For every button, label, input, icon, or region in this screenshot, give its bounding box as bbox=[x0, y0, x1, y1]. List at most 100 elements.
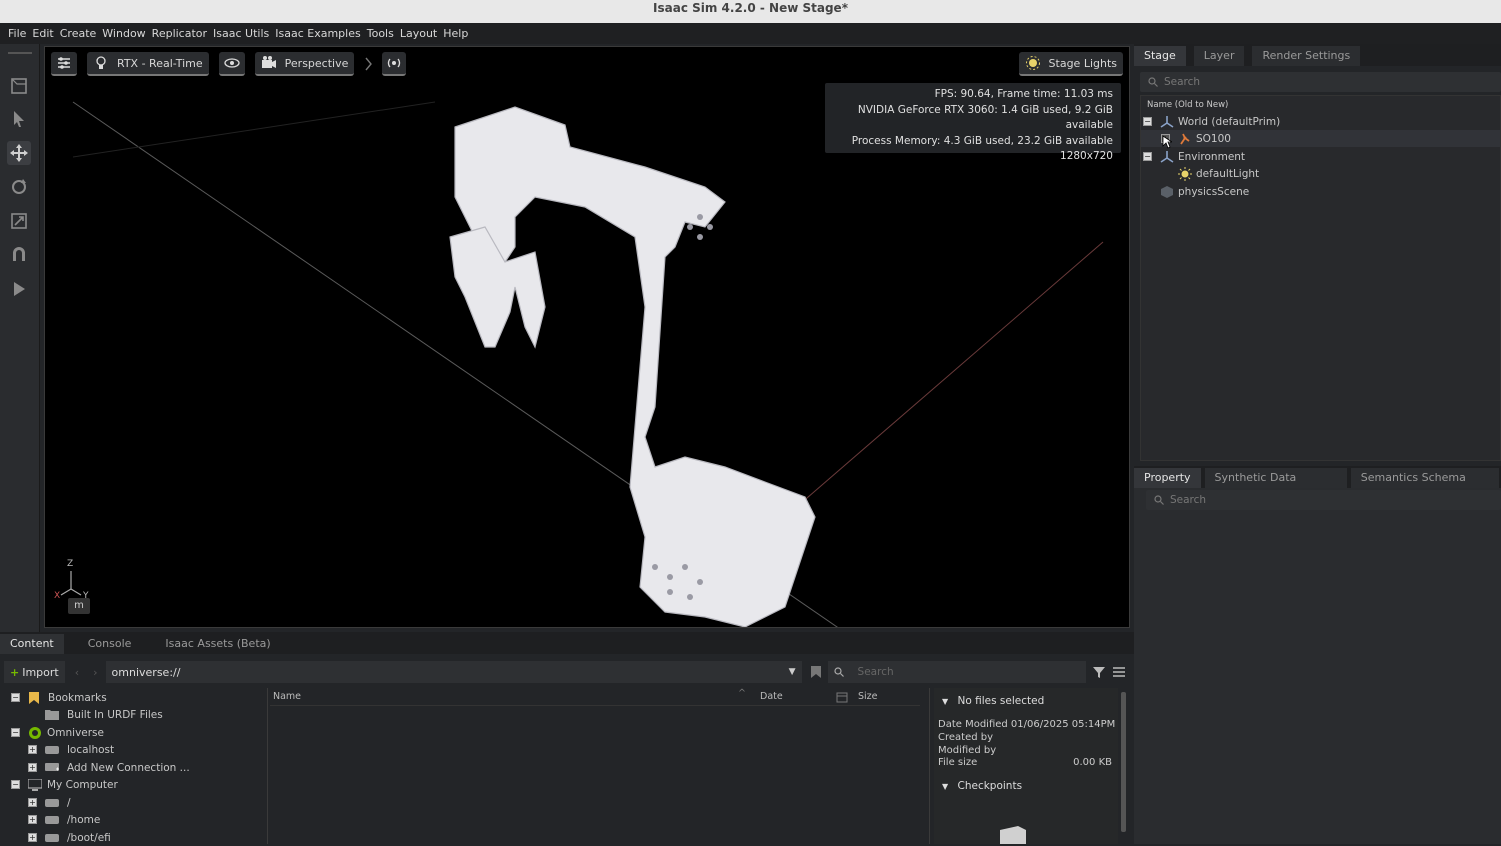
tree-label-defaultlight: defaultLight bbox=[1196, 167, 1260, 180]
menu-replicator[interactable]: Replicator bbox=[152, 27, 207, 40]
menu-window[interactable]: Window bbox=[102, 27, 145, 40]
collapse-icon[interactable]: − bbox=[1143, 117, 1152, 126]
stage-lights-dropdown[interactable]: Stage Lights bbox=[1018, 52, 1123, 76]
renderer-dropdown[interactable]: RTX - Real-Time bbox=[87, 52, 209, 76]
expand-icon[interactable]: + bbox=[28, 833, 37, 842]
tree-label-so100: SO100 bbox=[1196, 132, 1231, 145]
calendar-icon[interactable] bbox=[836, 691, 848, 703]
tab-property[interactable]: Property bbox=[1134, 468, 1201, 488]
tree-row-localhost[interactable]: + localhost bbox=[28, 741, 114, 758]
window-title: Isaac Sim 4.2.0 - New Stage* bbox=[653, 1, 848, 15]
forward-arrow-icon[interactable]: › bbox=[93, 666, 97, 679]
select-mode-button[interactable] bbox=[7, 74, 31, 98]
tree-row-home[interactable]: + /home bbox=[28, 811, 100, 828]
stage-search-input[interactable]: Search bbox=[1140, 72, 1501, 92]
column-date[interactable]: Date bbox=[760, 691, 783, 702]
checkpoints-header[interactable]: ▼ Checkpoints bbox=[942, 780, 1022, 792]
bookmark-icon[interactable] bbox=[810, 665, 822, 679]
tree-row-my-computer[interactable]: − My Computer bbox=[11, 776, 118, 793]
collapse-icon[interactable]: − bbox=[11, 728, 20, 737]
tree-row-omniverse[interactable]: − Omniverse bbox=[11, 724, 104, 741]
collapse-icon[interactable]: − bbox=[11, 693, 20, 702]
search-icon bbox=[833, 667, 844, 677]
menu-isaac-examples[interactable]: Isaac Examples bbox=[275, 27, 360, 40]
tab-isaac-assets[interactable]: Isaac Assets (Beta) bbox=[155, 634, 280, 654]
dropdown-arrow-icon[interactable]: ▼ bbox=[789, 667, 796, 677]
tab-layer[interactable]: Layer bbox=[1193, 46, 1245, 66]
search-icon bbox=[1154, 495, 1164, 505]
tree-row-world[interactable]: − World (defaultPrim) bbox=[1143, 113, 1280, 130]
tree-row-so100[interactable]: + SO100 bbox=[1141, 130, 1500, 149]
tab-content[interactable]: Content bbox=[0, 634, 64, 654]
xform-icon bbox=[1160, 115, 1174, 128]
stage-search-placeholder: Search bbox=[1164, 76, 1201, 88]
tree-row-environment[interactable]: − Environment bbox=[1143, 148, 1245, 165]
collapse-icon[interactable]: − bbox=[1143, 152, 1152, 161]
expand-icon[interactable]: + bbox=[28, 763, 37, 772]
back-arrow-icon[interactable]: ‹ bbox=[75, 666, 79, 679]
property-search-input[interactable]: Search bbox=[1146, 490, 1501, 510]
collapse-icon[interactable]: − bbox=[11, 780, 20, 789]
grid-line-y bbox=[784, 241, 1104, 518]
menu-tools[interactable]: Tools bbox=[367, 27, 394, 40]
menu-edit[interactable]: Edit bbox=[32, 27, 53, 40]
menu-layout[interactable]: Layout bbox=[400, 27, 437, 40]
snap-tool-button[interactable] bbox=[7, 243, 31, 267]
broadcast-button[interactable] bbox=[382, 52, 407, 76]
menu-create[interactable]: Create bbox=[60, 27, 97, 40]
tree-row-root[interactable]: + / bbox=[28, 794, 71, 811]
tab-console[interactable]: Console bbox=[78, 634, 142, 654]
play-button[interactable] bbox=[7, 277, 31, 301]
chevron-down-icon: ▼ bbox=[942, 782, 949, 791]
expand-icon[interactable]: + bbox=[28, 815, 37, 824]
tree-label-home: /home bbox=[67, 813, 101, 826]
filter-icon[interactable] bbox=[1092, 665, 1106, 679]
expand-icon[interactable]: + bbox=[28, 798, 37, 807]
tree-label-environment: Environment bbox=[1178, 150, 1246, 163]
scale-tool-button[interactable] bbox=[7, 209, 31, 233]
tree-row-add-connection[interactable]: + Add New Connection ... bbox=[28, 759, 190, 776]
sort-ascending-icon[interactable]: ^ bbox=[738, 688, 746, 699]
menu-bar: File Edit Create Window Replicator Isaac… bbox=[0, 23, 1501, 44]
tree-row-builtin-urdf[interactable]: Built In URDF Files bbox=[45, 706, 163, 723]
viewport[interactable]: RTX - Real-Time Perspective Stage Lights… bbox=[44, 46, 1130, 628]
tree-row-defaultlight[interactable]: defaultLight bbox=[1178, 165, 1259, 182]
drive-icon bbox=[45, 746, 59, 754]
file-list: Name ^ Date Size bbox=[270, 688, 930, 844]
lightbulb-icon bbox=[96, 56, 106, 69]
select-tool-button[interactable] bbox=[7, 107, 31, 131]
move-tool-button[interactable] bbox=[7, 141, 31, 165]
menu-icon[interactable] bbox=[1112, 665, 1126, 679]
menu-isaac-utils[interactable]: Isaac Utils bbox=[213, 27, 269, 40]
tab-semantics-schema-editor[interactable]: Semantics Schema Editor bbox=[1350, 468, 1499, 504]
tree-row-physicsscene[interactable]: physicsScene bbox=[1160, 183, 1249, 200]
viewport-settings-button[interactable] bbox=[51, 52, 77, 76]
stage-tabs: Stage Layer Render Settings bbox=[1134, 44, 1501, 66]
rotate-tool-button[interactable] bbox=[7, 175, 31, 199]
detail-scrollbar[interactable] bbox=[1121, 692, 1126, 832]
toolbar-expand-chevron[interactable] bbox=[364, 52, 374, 76]
visibility-button[interactable] bbox=[218, 52, 245, 76]
path-input[interactable]: omniverse:// ▼ bbox=[105, 661, 802, 683]
eye-icon bbox=[224, 58, 240, 68]
tab-stage[interactable]: Stage bbox=[1134, 46, 1186, 66]
tree-row-bookmarks[interactable]: − Bookmarks bbox=[11, 689, 107, 706]
tree-row-boot-efi[interactable]: + /boot/efi bbox=[28, 829, 111, 846]
tab-synthetic-data-recorder[interactable]: Synthetic Data Recorder bbox=[1204, 468, 1347, 504]
column-size[interactable]: Size bbox=[858, 691, 878, 702]
chevron-down-icon[interactable]: ▼ bbox=[942, 697, 948, 706]
tree-label-omniverse: Omniverse bbox=[47, 726, 104, 739]
import-button[interactable]: + Import bbox=[4, 661, 65, 683]
renderer-label: RTX - Real-Time bbox=[117, 56, 203, 70]
stage-column-header[interactable]: Name (Old to New) bbox=[1147, 100, 1228, 110]
unit-badge[interactable]: m bbox=[68, 598, 90, 614]
menu-help[interactable]: Help bbox=[443, 27, 468, 40]
camera-dropdown[interactable]: Perspective bbox=[254, 52, 355, 76]
tab-render-settings[interactable]: Render Settings bbox=[1252, 46, 1361, 66]
column-name[interactable]: Name bbox=[273, 691, 301, 702]
rotate-icon bbox=[12, 179, 26, 194]
content-search-input[interactable]: Search bbox=[827, 661, 1086, 683]
axis-z-label: Z bbox=[67, 559, 74, 569]
expand-icon[interactable]: + bbox=[28, 745, 37, 754]
menu-file[interactable]: File bbox=[8, 27, 26, 40]
